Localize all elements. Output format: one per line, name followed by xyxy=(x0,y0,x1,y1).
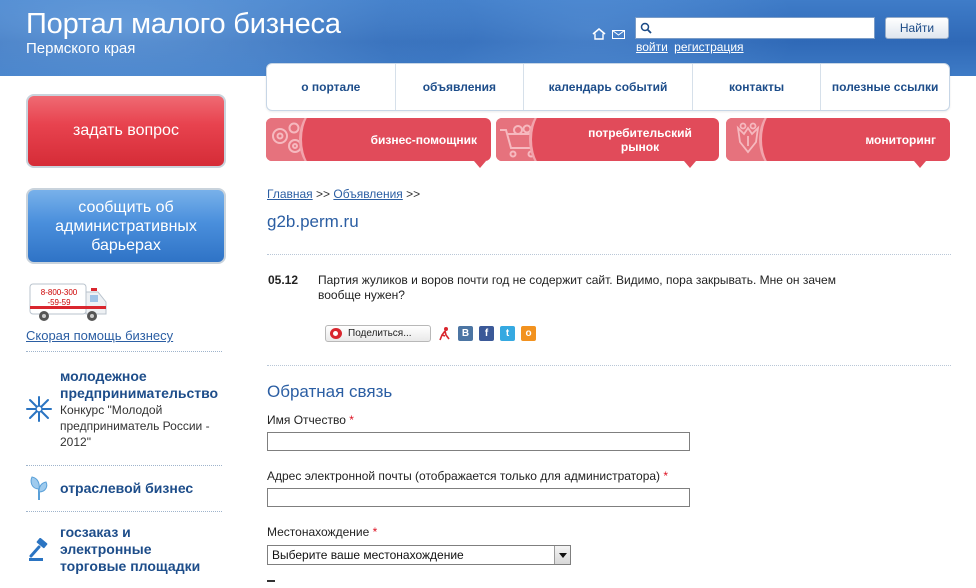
chevron-down-icon[interactable] xyxy=(554,546,570,564)
sidebar-item-procurement[interactable]: госзаказ и электронные торговые площадки xyxy=(26,524,226,584)
divider xyxy=(267,365,951,366)
gears-icon xyxy=(272,122,302,153)
odnoklassniki-icon[interactable]: о xyxy=(521,326,536,341)
livejournal-graphic xyxy=(439,327,450,341)
sprout-icon xyxy=(30,476,48,500)
search-icon xyxy=(640,22,652,34)
sidebar-item-desc[interactable]: Конкурс "Молодой предприниматель России … xyxy=(60,402,220,450)
email-field[interactable] xyxy=(267,488,690,507)
nav-item-ads[interactable]: объявления xyxy=(396,64,525,110)
next-field-label xyxy=(267,580,275,588)
location-label: Местонахождение * xyxy=(267,525,377,539)
sidebar-item-title[interactable]: отраслевой бизнес xyxy=(60,480,230,497)
breadcrumb: Главная >> Объявления >> xyxy=(267,187,420,201)
tab-label: бизнес-помощник xyxy=(370,132,477,147)
coat-of-arms-icon xyxy=(736,122,760,154)
required-mark: * xyxy=(663,469,669,483)
share-icon xyxy=(330,328,342,339)
search-field[interactable] xyxy=(635,17,875,39)
nav-item-contacts[interactable]: контакты xyxy=(693,64,822,110)
feedback-title: Обратная связь xyxy=(267,382,393,401)
label-text: Местонахождение xyxy=(267,525,370,539)
tab-label: мониторинг xyxy=(865,132,936,147)
location-select[interactable]: Выберите ваше местонахождение xyxy=(267,545,571,565)
required-mark: * xyxy=(372,525,378,539)
divider xyxy=(267,254,951,255)
label-text: Адрес электронной почты (отображается то… xyxy=(267,469,661,483)
nav-item-label: календарь событий xyxy=(548,80,668,94)
tab-pointer xyxy=(684,161,696,168)
required-mark: * xyxy=(349,413,354,427)
facebook-icon[interactable]: f xyxy=(479,326,494,341)
tab-decoration xyxy=(266,118,322,161)
vkontakte-icon[interactable]: В xyxy=(458,326,473,341)
page-title: g2b.perm.ru xyxy=(267,212,359,231)
report-barriers-button[interactable]: сообщить об административных барьерах xyxy=(26,188,226,264)
tab-consumer-market[interactable]: потребительский рынок xyxy=(496,118,719,168)
tab-pointer xyxy=(474,161,486,168)
nav-item-calendar[interactable]: календарь событий xyxy=(524,64,693,110)
sidebar-item-youth[interactable]: молодежное предпринимательство Конкурс "… xyxy=(26,368,226,458)
news-date: 05.12 xyxy=(268,273,299,287)
phone-line: -59-59 xyxy=(47,298,71,307)
snowflake-icon xyxy=(26,396,52,422)
name-field[interactable] xyxy=(267,432,690,451)
select-value: Выберите ваше местонахождение xyxy=(272,548,464,562)
name-label: Имя Отчество * xyxy=(267,413,354,427)
divider xyxy=(26,351,222,352)
search-input[interactable] xyxy=(656,19,874,39)
breadcrumb-section[interactable]: Объявления xyxy=(333,187,402,201)
tab-pointer xyxy=(914,161,926,168)
email-label: Адрес электронной почты (отображается то… xyxy=(267,469,668,483)
home-icon[interactable] xyxy=(592,28,606,40)
tab-monitoring[interactable]: мониторинг xyxy=(726,118,950,168)
tab-decoration xyxy=(496,118,552,161)
share-button[interactable]: Поделиться... xyxy=(325,325,431,342)
phone-line: 8-800-300 xyxy=(40,288,78,297)
tab-business-helper[interactable]: бизнес-помощник xyxy=(266,118,491,168)
mail-icon[interactable] xyxy=(612,30,625,39)
emergency-help-link[interactable]: Скорая помощь бизнесу xyxy=(26,328,173,343)
sidebar-item-industry[interactable]: отраслевой бизнес xyxy=(26,475,226,505)
label-text: Имя Отчество xyxy=(267,413,346,427)
phone-number: 8-800-300 -59-59 xyxy=(36,288,82,308)
tab-label: потребительский рынок xyxy=(588,125,692,154)
sidebar-item-title[interactable]: госзаказ и электронные торговые площадки xyxy=(60,524,220,575)
nav-item-about[interactable]: о портале xyxy=(267,64,396,110)
twitter-icon[interactable]: t xyxy=(500,326,515,341)
site-subtitle: Пермского края xyxy=(26,40,136,57)
sidebar-item-title[interactable]: молодежное предпринимательство xyxy=(60,368,230,402)
auth-links: войти регистрация xyxy=(636,40,747,54)
breadcrumb-home[interactable]: Главная xyxy=(267,187,313,201)
breadcrumb-separator: >> xyxy=(406,187,421,201)
register-link[interactable]: регистрация xyxy=(674,40,743,54)
search-button[interactable]: Найти xyxy=(885,17,949,39)
tab-decoration xyxy=(726,118,782,161)
login-link[interactable]: войти xyxy=(636,40,668,54)
divider xyxy=(26,465,222,466)
breadcrumb-separator: >> xyxy=(316,187,331,201)
livejournal-icon[interactable] xyxy=(437,326,452,341)
nav-item-links[interactable]: полезные ссылки xyxy=(821,64,949,110)
share-label: Поделиться... xyxy=(348,328,412,339)
divider xyxy=(26,511,222,512)
ambulance-icon[interactable]: 8-800-300 -59-59 xyxy=(28,280,110,324)
news-text: Партия жуликов и воров почти год не соде… xyxy=(318,273,836,302)
shopping-cart-icon xyxy=(500,124,540,158)
gavel-icon xyxy=(29,538,48,561)
main-nav: о портале объявления календарь событий к… xyxy=(266,63,950,111)
site-title[interactable]: Портал малого бизнеса xyxy=(26,8,341,41)
ask-question-button[interactable]: задать вопрос xyxy=(26,94,226,168)
